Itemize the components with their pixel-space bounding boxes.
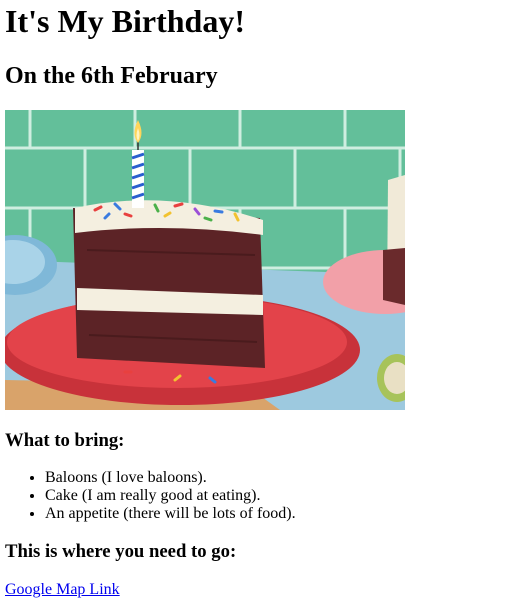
list-item: Baloons (I love baloons).	[45, 469, 523, 487]
what-to-bring-heading: What to bring:	[5, 430, 125, 451]
list-item: Cake (I am really good at eating).	[45, 487, 523, 505]
map-link-container: Google Map Link	[5, 581, 523, 599]
bring-list: Baloons (I love baloons). Cake (I am rea…	[5, 469, 523, 523]
google-map-link[interactable]: Google Map Link	[5, 581, 120, 598]
birthday-cake-image	[5, 110, 405, 410]
list-item: An appetite (there will be lots of food)…	[45, 505, 523, 523]
page-title: It's My Birthday!	[5, 3, 245, 39]
page-content: It's My Birthday! On the 6th February Wh…	[0, 0, 528, 599]
location-heading: This is where you need to go:	[5, 541, 237, 562]
date-subheading: On the 6th February	[5, 63, 218, 89]
